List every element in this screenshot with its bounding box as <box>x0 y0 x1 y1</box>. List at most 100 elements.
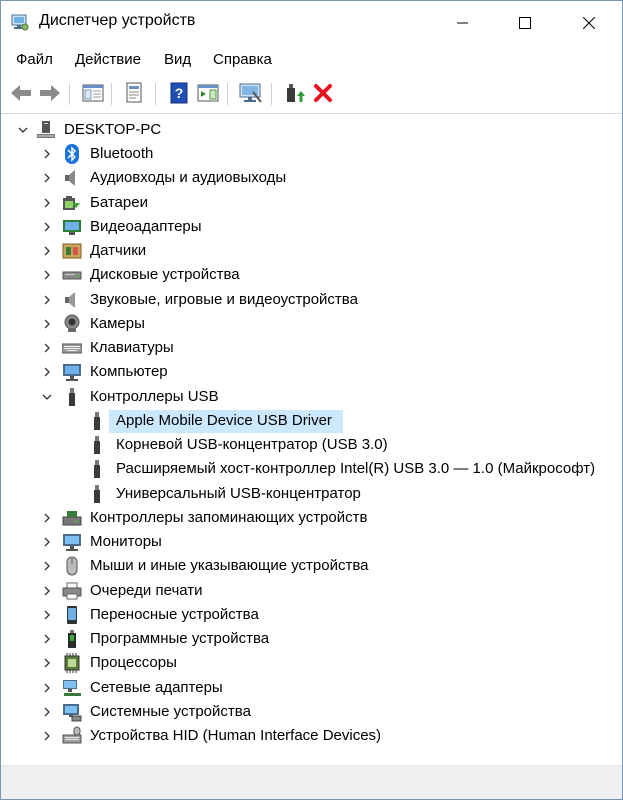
menu-view[interactable]: Вид <box>164 51 191 68</box>
window-title: Диспетчер устройств <box>39 12 196 29</box>
tree-category-label[interactable]: Компьютер <box>90 360 168 384</box>
expand-chevron-icon[interactable] <box>40 651 54 675</box>
network-adapter-icon <box>62 678 82 698</box>
battery-icon <box>62 193 82 213</box>
device-tree[interactable]: DESKTOP-PC Bluetooth Аудиовходы и аудиовы… <box>1 114 622 764</box>
tree-category-label[interactable]: Контроллеры USB <box>90 385 219 409</box>
expand-chevron-icon[interactable] <box>40 142 54 166</box>
toolbar-separator <box>271 83 272 105</box>
menu-action[interactable]: Действие <box>75 51 141 68</box>
title-bar: Диспетчер устройств <box>1 1 622 45</box>
monitor-icon <box>62 532 82 552</box>
menu-help[interactable]: Справка <box>213 51 272 68</box>
expand-chevron-icon[interactable] <box>40 700 54 724</box>
tree-category-label[interactable]: Аудиовходы и аудиовыходы <box>90 166 286 190</box>
properties-button[interactable] <box>122 81 146 105</box>
system-device-icon <box>62 702 82 722</box>
sensor-icon <box>62 241 82 261</box>
maximize-icon <box>519 17 531 29</box>
toolbar-separator <box>69 83 70 105</box>
expand-chevron-icon[interactable] <box>40 554 54 578</box>
tree-category-label[interactable]: Видеоадаптеры <box>90 215 202 239</box>
back-button[interactable] <box>9 81 33 105</box>
tree-category-label[interactable]: Датчики <box>90 239 146 263</box>
tree-root-label[interactable]: DESKTOP-PC <box>64 118 161 142</box>
software-device-icon <box>62 629 82 649</box>
expand-chevron-icon[interactable] <box>40 239 54 263</box>
expand-chevron-icon[interactable] <box>40 191 54 215</box>
menu-file[interactable]: Файл <box>16 51 53 68</box>
expand-chevron-icon[interactable] <box>40 288 54 312</box>
usb-device-icon <box>87 459 107 479</box>
expand-chevron-icon[interactable] <box>40 506 54 530</box>
expand-chevron-icon[interactable] <box>40 312 54 336</box>
menu-bar: Файл Действие Вид Справка <box>1 45 622 75</box>
device-manager-window: Диспетчер устройств Файл Действие Вид Сп… <box>0 0 623 800</box>
tree-category-label[interactable]: Камеры <box>90 312 145 336</box>
expand-chevron-icon[interactable] <box>40 724 54 748</box>
expand-chevron-icon[interactable] <box>40 676 54 700</box>
tree-category-label[interactable]: Сетевые адаптеры <box>90 676 223 700</box>
toolbar-separator <box>111 83 112 105</box>
usb-icon <box>62 387 82 407</box>
collapse-chevron-icon[interactable] <box>16 118 30 142</box>
tree-category-label[interactable]: Дисковые устройства <box>90 263 240 287</box>
disk-drive-icon <box>62 265 82 285</box>
collapse-chevron-icon[interactable] <box>40 385 54 409</box>
status-bar <box>1 765 622 799</box>
close-icon <box>583 17 595 29</box>
expand-chevron-icon[interactable] <box>40 263 54 287</box>
tree-category-label[interactable]: Процессоры <box>90 651 177 675</box>
processor-icon <box>62 653 82 674</box>
tree-category-label[interactable]: Мыши и иные указывающие устройства <box>90 554 368 578</box>
tree-category-label[interactable]: Контроллеры запоминающих устройств <box>90 506 367 530</box>
action-pane-button[interactable] <box>196 81 220 105</box>
expand-chevron-icon[interactable] <box>40 166 54 190</box>
tree-category-label[interactable]: Мониторы <box>90 530 162 554</box>
device-manager-app-icon <box>11 13 29 31</box>
camera-icon <box>62 314 82 334</box>
properties-icon <box>126 82 142 103</box>
tree-category-label[interactable]: Bluetooth <box>90 142 153 166</box>
expand-chevron-icon[interactable] <box>40 579 54 603</box>
help-button[interactable]: ? <box>167 81 191 105</box>
scan-hardware-button[interactable] <box>239 81 263 105</box>
usb-device-icon <box>87 411 107 431</box>
expand-chevron-icon[interactable] <box>40 530 54 554</box>
tree-category-label[interactable]: Звуковые, игровые и видеоустройства <box>90 288 358 312</box>
back-arrow-icon <box>11 85 31 101</box>
forward-arrow-icon <box>40 85 60 101</box>
tree-category-label[interactable]: Устройства HID (Human Interface Devices) <box>90 724 381 748</box>
tree-device-label[interactable]: Apple Mobile Device USB Driver <box>116 409 332 433</box>
display-adapter-icon <box>62 217 82 237</box>
svg-text:?: ? <box>175 85 184 101</box>
tree-category-label[interactable]: Переносные устройства <box>90 603 259 627</box>
show-hide-console-tree-button[interactable] <box>81 81 105 105</box>
expand-chevron-icon[interactable] <box>40 215 54 239</box>
expand-chevron-icon[interactable] <box>40 603 54 627</box>
update-driver-button[interactable] <box>282 81 306 105</box>
tree-category-label[interactable]: Системные устройства <box>90 700 251 724</box>
tree-category-label[interactable]: Клавиатуры <box>90 336 174 360</box>
uninstall-device-button[interactable] <box>311 81 335 105</box>
sound-icon <box>62 290 82 310</box>
maximize-button[interactable] <box>502 1 548 45</box>
delete-x-icon <box>314 84 332 102</box>
close-button[interactable] <box>566 1 612 45</box>
toolbar-separator <box>155 83 156 105</box>
tree-device-label[interactable]: Универсальный USB-концентратор <box>116 482 361 506</box>
tree-category-label[interactable]: Батареи <box>90 191 148 215</box>
forward-button[interactable] <box>38 81 62 105</box>
console-tree-icon <box>82 84 104 102</box>
tree-device-label[interactable]: Корневой USB-концентратор (USB 3.0) <box>116 433 388 457</box>
minimize-button[interactable] <box>440 1 486 45</box>
tree-category-label[interactable]: Программные устройства <box>90 627 269 651</box>
tree-category-label[interactable]: Очереди печати <box>90 579 203 603</box>
expand-chevron-icon[interactable] <box>40 360 54 384</box>
keyboard-icon <box>62 338 82 358</box>
computer-root-icon <box>36 120 56 140</box>
expand-chevron-icon[interactable] <box>40 627 54 651</box>
hid-icon <box>62 726 82 746</box>
expand-chevron-icon[interactable] <box>40 336 54 360</box>
tree-device-label[interactable]: Расширяемый хост-контроллер Intel(R) USB… <box>116 457 595 481</box>
